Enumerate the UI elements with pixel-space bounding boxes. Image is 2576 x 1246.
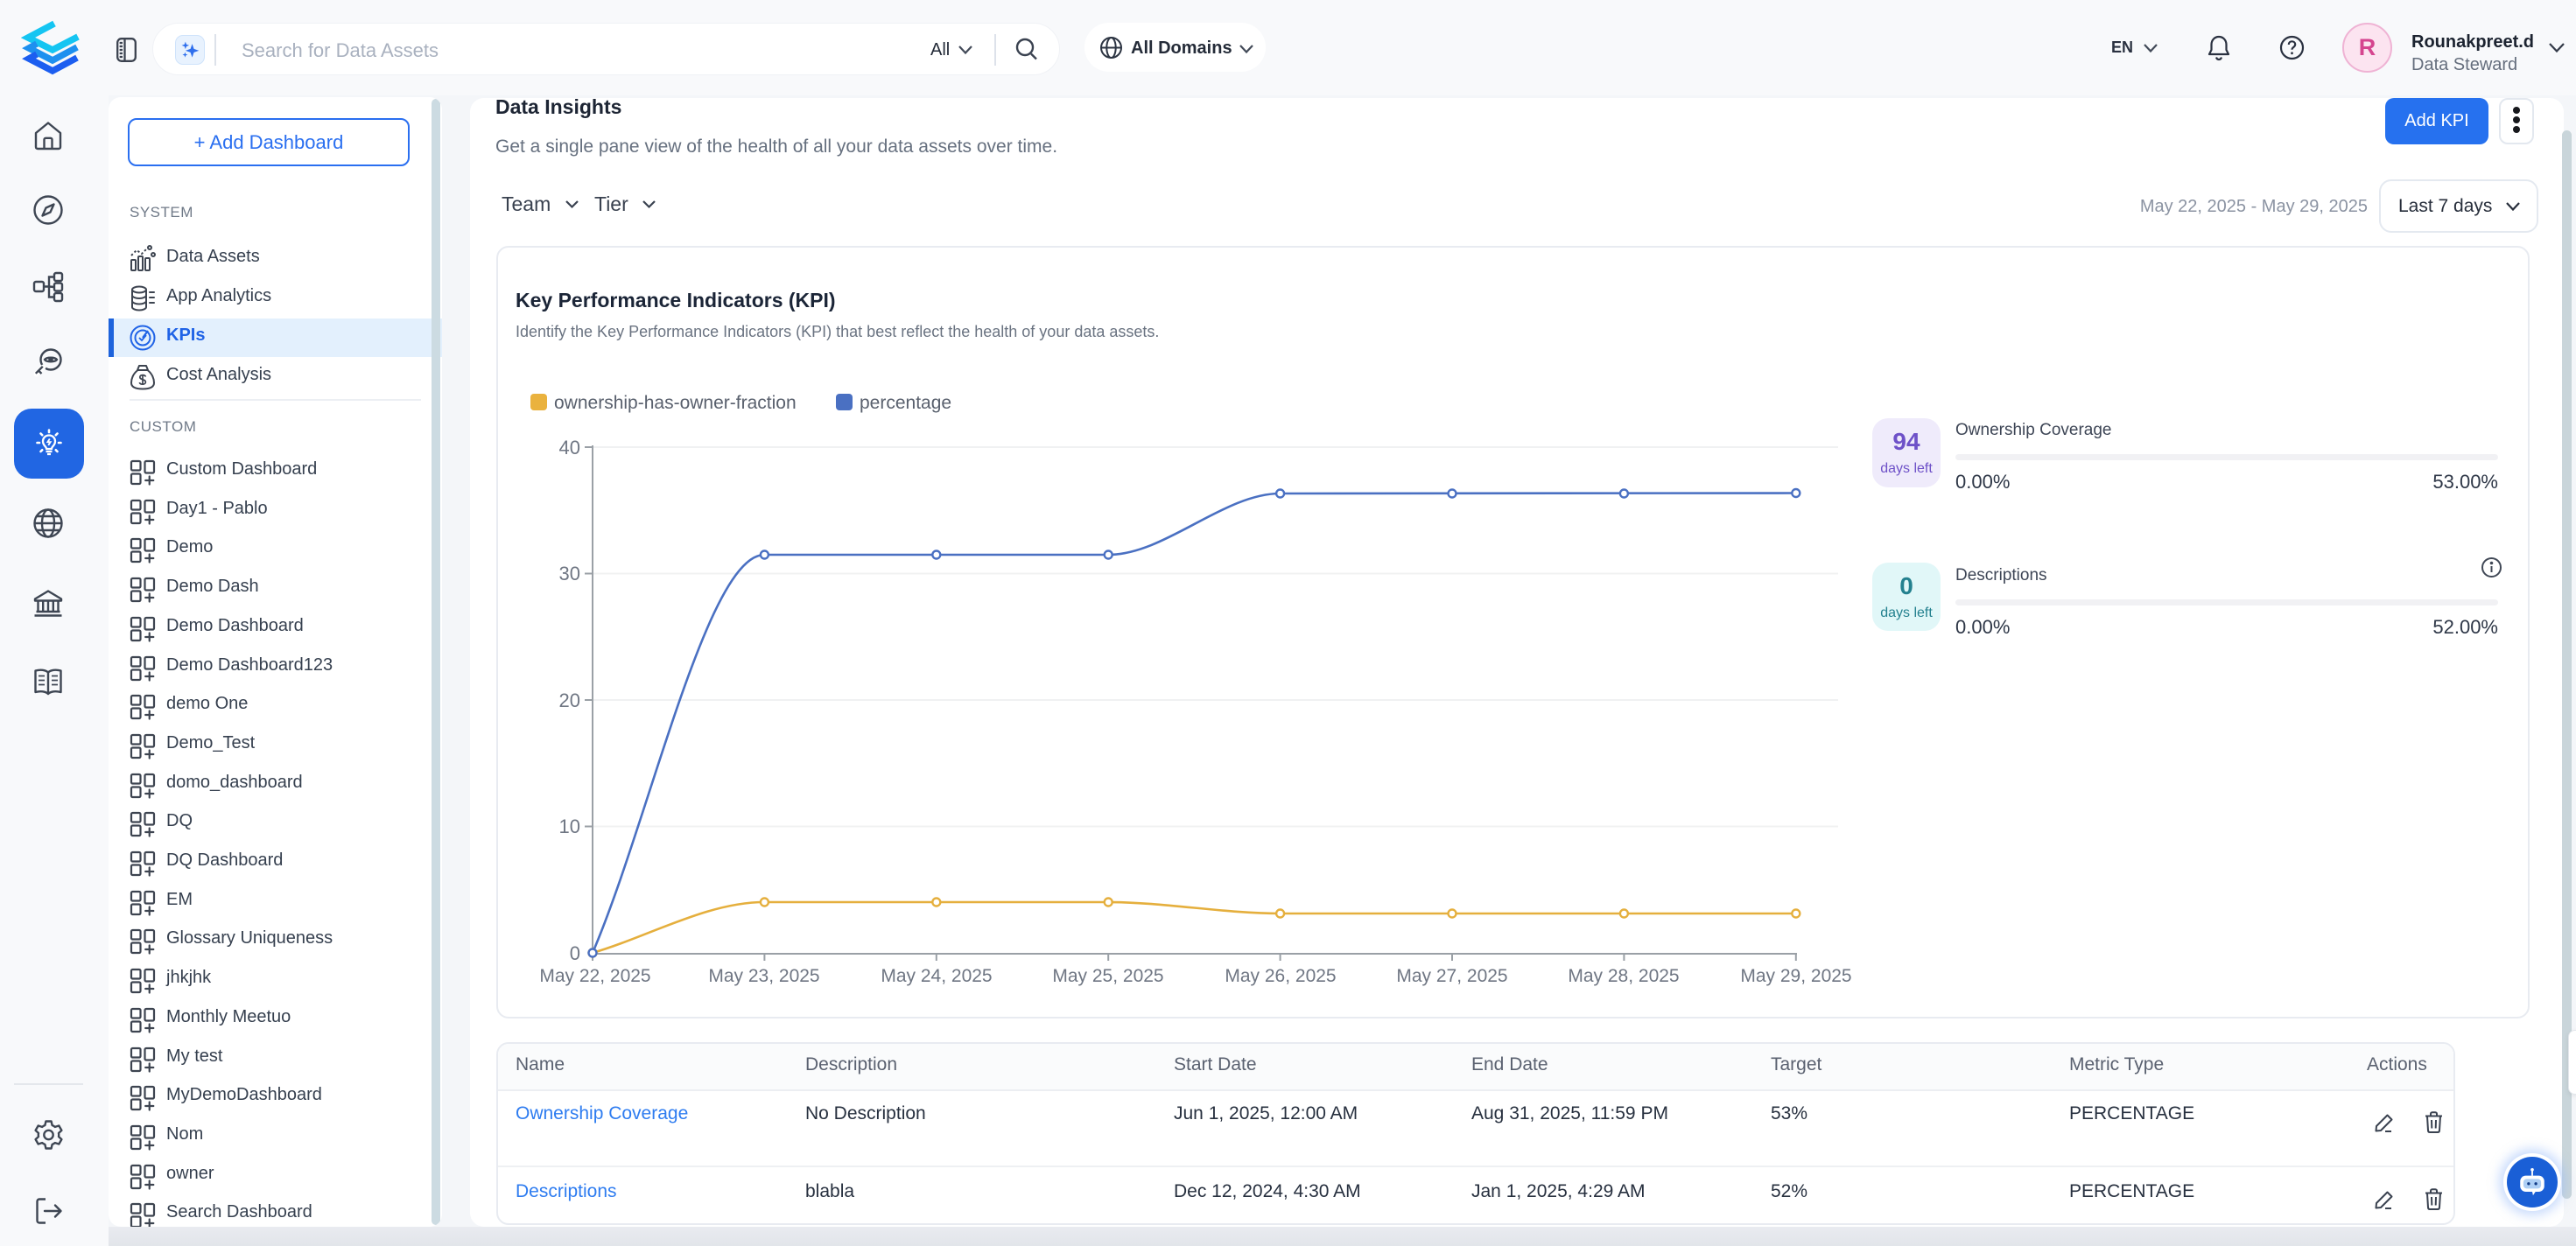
svg-text:May 22, 2025: May 22, 2025	[539, 966, 650, 986]
svg-text:40: 40	[559, 437, 580, 458]
svg-text:May 28, 2025: May 28, 2025	[1568, 966, 1679, 986]
svg-text:May 29, 2025: May 29, 2025	[1740, 966, 1851, 986]
svg-text:10: 10	[559, 816, 580, 837]
svg-text:20: 20	[559, 690, 580, 711]
svg-text:May 23, 2025: May 23, 2025	[708, 966, 819, 986]
svg-text:30: 30	[559, 563, 580, 584]
svg-text:0: 0	[570, 942, 580, 964]
svg-text:May 27, 2025: May 27, 2025	[1396, 966, 1507, 986]
svg-text:May 25, 2025: May 25, 2025	[1052, 966, 1163, 986]
svg-text:May 24, 2025: May 24, 2025	[881, 966, 992, 986]
svg-text:May 26, 2025: May 26, 2025	[1225, 966, 1336, 986]
